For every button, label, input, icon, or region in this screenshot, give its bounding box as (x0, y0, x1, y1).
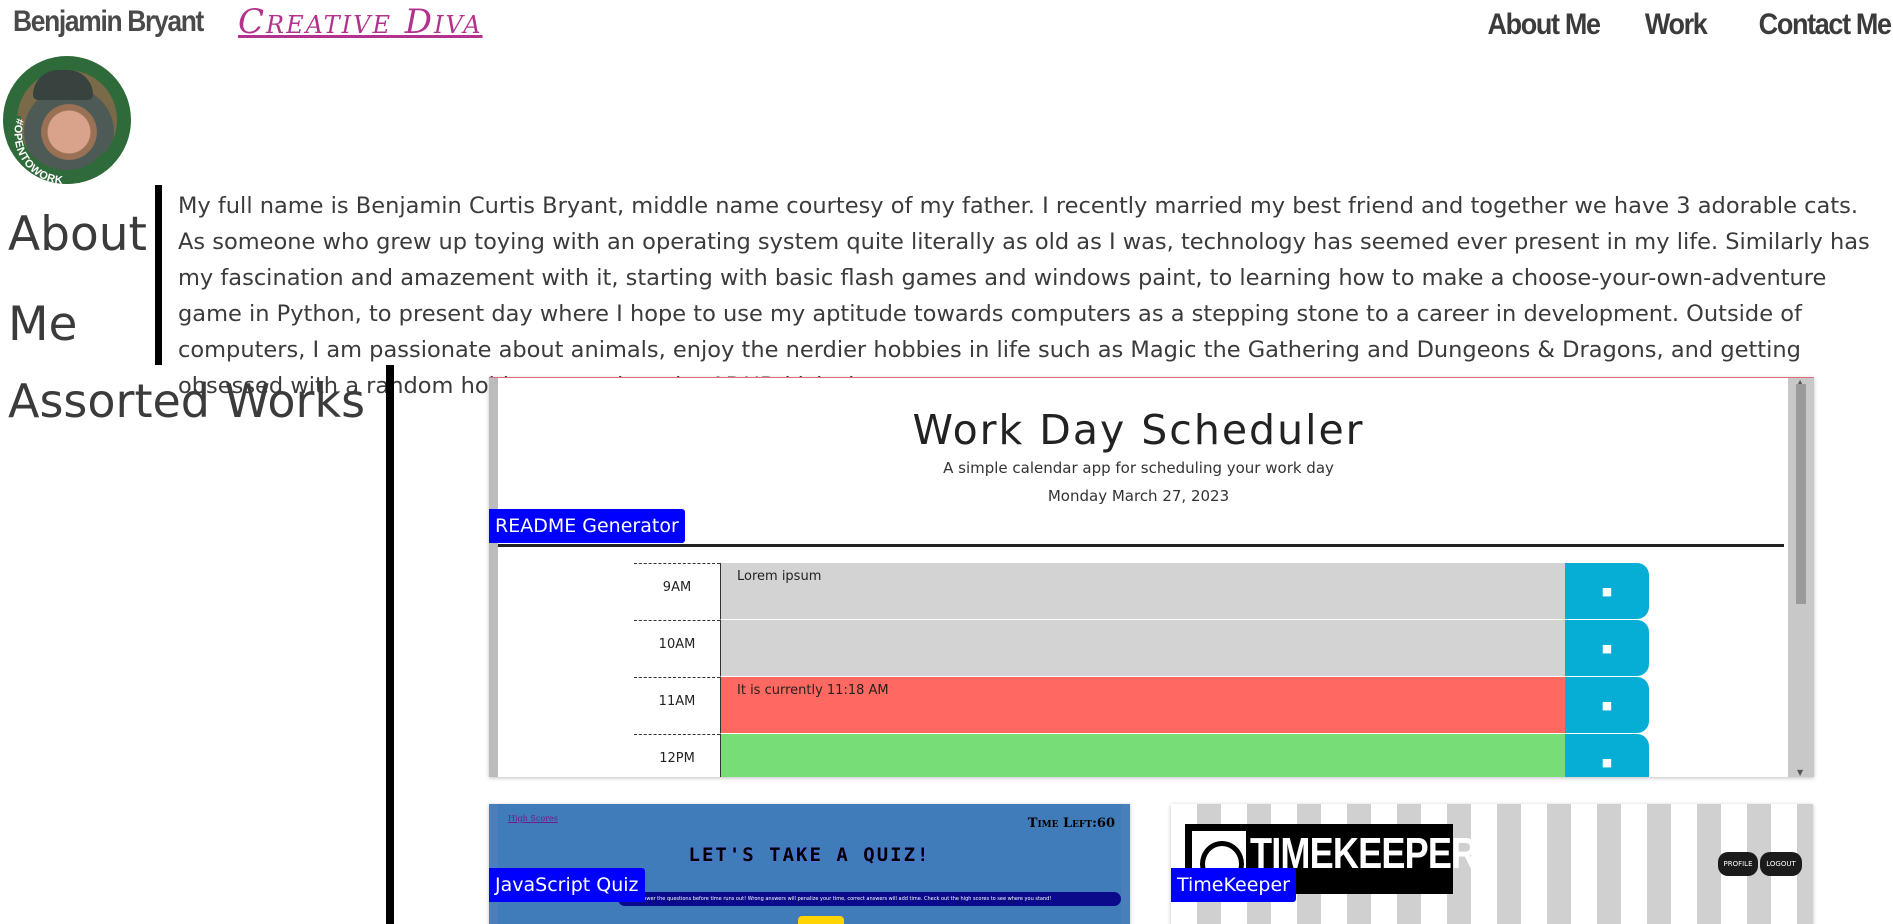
time-left: Time Left:60 (1027, 816, 1115, 831)
floppy-disk-icon: ■ (1601, 584, 1613, 598)
save-button[interactable]: ■ (1565, 677, 1649, 733)
about-heading: About Me (8, 207, 147, 352)
floppy-disk-icon: ■ (1601, 755, 1613, 769)
quiz-preview: High Scores Time Left:60 LET'S TAKE A QU… (498, 804, 1121, 924)
save-button[interactable]: ■ (1565, 563, 1649, 619)
floppy-disk-icon: ■ (1601, 641, 1613, 655)
preview-scrollbar[interactable]: ▲ ▼ (1788, 378, 1814, 777)
save-button[interactable]: ■ (1565, 734, 1649, 777)
scheduler-date: Monday March 27, 2023 (1047, 487, 1230, 505)
hour-label: 9AM (634, 563, 720, 620)
start-quiz-button[interactable] (798, 916, 844, 924)
hour-label: 11AM (634, 677, 720, 734)
event-textarea[interactable]: Lorem ipsum (720, 563, 1565, 620)
event-textarea[interactable] (720, 734, 1565, 777)
hour-label: 12PM (634, 734, 720, 777)
nav-about-me[interactable]: About Me (1488, 8, 1602, 42)
work-card-scheduler[interactable]: Work Day Scheduler A simple calendar app… (489, 377, 1814, 777)
main-nav: About Me Work Contact Me (1437, 8, 1893, 42)
about-paragraph: My full name is Benjamin Curtis Bryant, … (178, 193, 1870, 399)
brand-link[interactable]: Creative Diva (238, 2, 483, 42)
hour-label: 10AM (634, 620, 720, 677)
work-card-quiz[interactable]: High Scores Time Left:60 LET'S TAKE A QU… (489, 804, 1130, 924)
badge-text: #OPENTOWORK (11, 117, 63, 184)
time-row: 11AM It is currently 11:18 AM ■ (634, 677, 1649, 734)
about-divider (155, 185, 162, 365)
avatar: #OPENTOWORK (3, 56, 131, 184)
logout-button[interactable]: LOGOUT (1760, 852, 1802, 876)
nav-contact-me[interactable]: Contact Me (1759, 8, 1892, 42)
quiz-instructions: Try to answer the questions before time … (618, 892, 1121, 906)
event-textarea[interactable] (720, 620, 1565, 677)
svg-text:#OPENTOWORK: #OPENTOWORK (11, 117, 64, 184)
time-row: 10AM ■ (634, 620, 1649, 677)
event-textarea[interactable]: It is currently 11:18 AM (720, 677, 1565, 734)
works-divider (386, 365, 394, 924)
work-label-readme-generator[interactable]: README Generator (489, 509, 685, 543)
scheduler-title: Work Day Scheduler (912, 406, 1365, 454)
work-card-timekeeper[interactable]: TIMEKEEPER PROFILE LOGOUT (1171, 804, 1813, 924)
time-row: 9AM Lorem ipsum ■ (634, 563, 1649, 620)
scheduler-subtitle: A simple calendar app for scheduling you… (943, 459, 1334, 477)
site-owner-name: Benjamin Bryant (13, 5, 204, 38)
floppy-disk-icon: ■ (1601, 698, 1613, 712)
save-button[interactable]: ■ (1565, 620, 1649, 676)
open-to-work-badge: #OPENTOWORK (5, 116, 113, 184)
profile-button[interactable]: PROFILE (1718, 852, 1758, 876)
time-row: 12PM ■ (634, 734, 1649, 777)
work-label-timekeeper[interactable]: TimeKeeper (1171, 868, 1296, 902)
scroll-down-icon[interactable]: ▼ (1797, 768, 1803, 777)
work-label-javascript-quiz[interactable]: JavaScript Quiz (489, 868, 645, 902)
high-scores-link[interactable]: High Scores (508, 814, 558, 823)
scheduler-rule (498, 544, 1784, 547)
works-heading: Assorted Works (8, 374, 366, 428)
scrollbar-thumb[interactable] (1796, 384, 1806, 604)
nav-work[interactable]: Work (1645, 8, 1708, 42)
quiz-title: LET'S TAKE A QUIZ! (688, 844, 931, 866)
